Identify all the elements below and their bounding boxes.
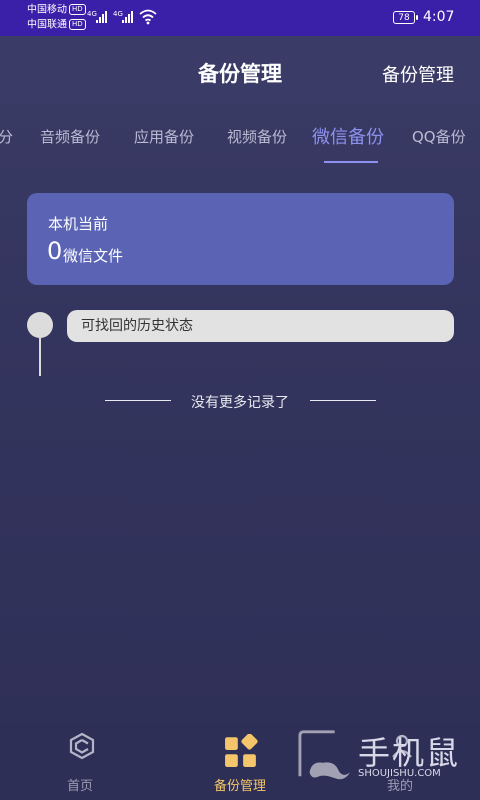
- tab-audio-backup[interactable]: 音频备份: [40, 126, 100, 147]
- divider-right: [310, 400, 376, 401]
- nav-backup-manage-label: 备份管理: [213, 779, 266, 794]
- home-icon: [69, 732, 95, 760]
- tab-wechat-backup[interactable]: 微信备份: [312, 123, 384, 149]
- nav-home[interactable]: 首页: [20, 722, 140, 800]
- active-tab-indicator: [324, 161, 378, 163]
- clock: 4:07: [423, 9, 455, 25]
- header-backup-manage-button[interactable]: 备份管理: [382, 61, 454, 87]
- wifi-icon: [139, 9, 157, 25]
- file-count: 0: [47, 237, 63, 265]
- carrier-2: 中国联通 HD: [27, 19, 86, 32]
- category-tabs: 分 音频备份 应用备份 视频备份 微信备份 QQ备份: [0, 104, 480, 164]
- signal-2-icon: [122, 11, 136, 23]
- carrier-1-name: 中国移动: [27, 4, 67, 16]
- battery-icon: 78: [393, 11, 418, 24]
- hd-badge: HD: [69, 19, 86, 30]
- watermark-logo: [298, 730, 351, 780]
- tab-qq-backup[interactable]: QQ备份: [412, 126, 466, 147]
- signal-1-icon: [96, 11, 110, 23]
- nav-backup-manage[interactable]: 备份管理: [180, 722, 300, 800]
- local-summary-card: 本机当前 0 微信文件: [27, 193, 454, 285]
- nav-home-label: 首页: [66, 779, 93, 794]
- tab-video-backup[interactable]: 视频备份: [227, 126, 287, 147]
- history-state-item[interactable]: 可找回的历史状态: [67, 310, 454, 342]
- timeline-line: [39, 338, 41, 376]
- timeline-dot: [27, 312, 53, 338]
- tab-app-backup[interactable]: 应用备份: [134, 126, 194, 147]
- status-bar: 中国移动 HD 中国联通 HD 4G 4G 78 4:07: [0, 0, 480, 36]
- hd-badge: HD: [69, 4, 86, 15]
- backup-grid-icon: [225, 734, 258, 767]
- card-title: 本机当前: [48, 215, 109, 233]
- carrier-2-name: 中国联通: [27, 19, 67, 31]
- carrier-1: 中国移动 HD: [27, 4, 86, 17]
- no-more-records-text: 没有更多记录了: [191, 395, 289, 411]
- tab-partial[interactable]: 分: [0, 126, 13, 147]
- watermark-url: SHOUJISHU.COM: [358, 768, 441, 779]
- file-unit: 微信文件: [63, 247, 124, 265]
